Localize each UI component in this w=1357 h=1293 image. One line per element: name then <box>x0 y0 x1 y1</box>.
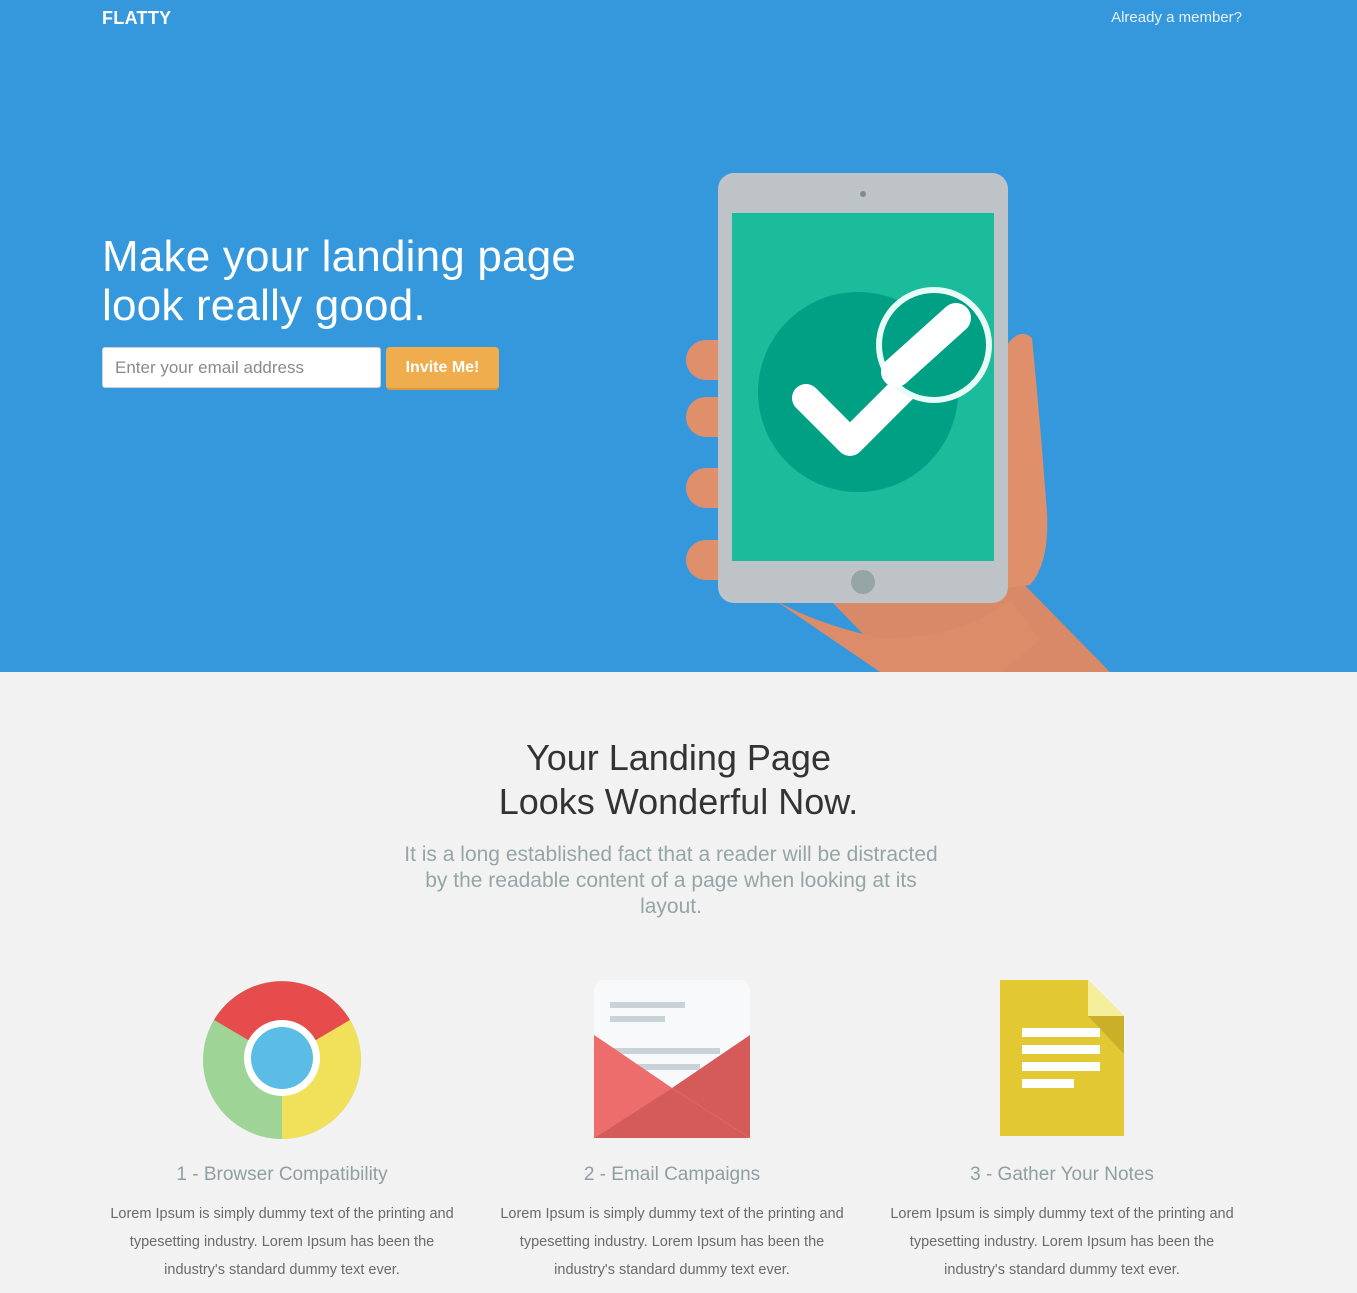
document-notes-icon <box>1000 980 1124 1136</box>
feature-title: 2 - Email Campaigns <box>583 1164 761 1185</box>
hero-section: FLATTY Already a member? Make your landi… <box>0 0 1357 672</box>
feature-email-campaigns: 2 - Email Campaigns Lorem Ipsum is simpl… <box>477 980 867 1284</box>
feature-title: 3 - Gather Your Notes <box>970 1164 1154 1185</box>
feature-browser-compatibility: 1 - Browser Compatibility Lorem Ipsum is… <box>87 980 477 1284</box>
section-title-line2: Looks Wonderful Now. <box>498 781 859 822</box>
feature-description: Lorem Ipsum is simply dummy text of the … <box>890 1206 1234 1278</box>
envelope-icon <box>594 980 750 1138</box>
section-title-line1: Your Landing Page <box>526 737 831 778</box>
feature-description: Lorem Ipsum is simply dummy text of the … <box>110 1206 454 1278</box>
feature-title: 1 - Browser Compatibility <box>176 1164 388 1185</box>
section-title: Your Landing Page Looks Wonderful Now. <box>0 736 1357 824</box>
section-subtitle: It is a long established fact that a rea… <box>404 843 938 918</box>
chrome-browser-icon <box>203 981 361 1139</box>
feature-gather-notes: 3 - Gather Your Notes Lorem Ipsum is sim… <box>867 980 1257 1284</box>
hand-tablet-illustration <box>686 173 1110 672</box>
feature-description: Lorem Ipsum is simply dummy text of the … <box>500 1206 844 1278</box>
